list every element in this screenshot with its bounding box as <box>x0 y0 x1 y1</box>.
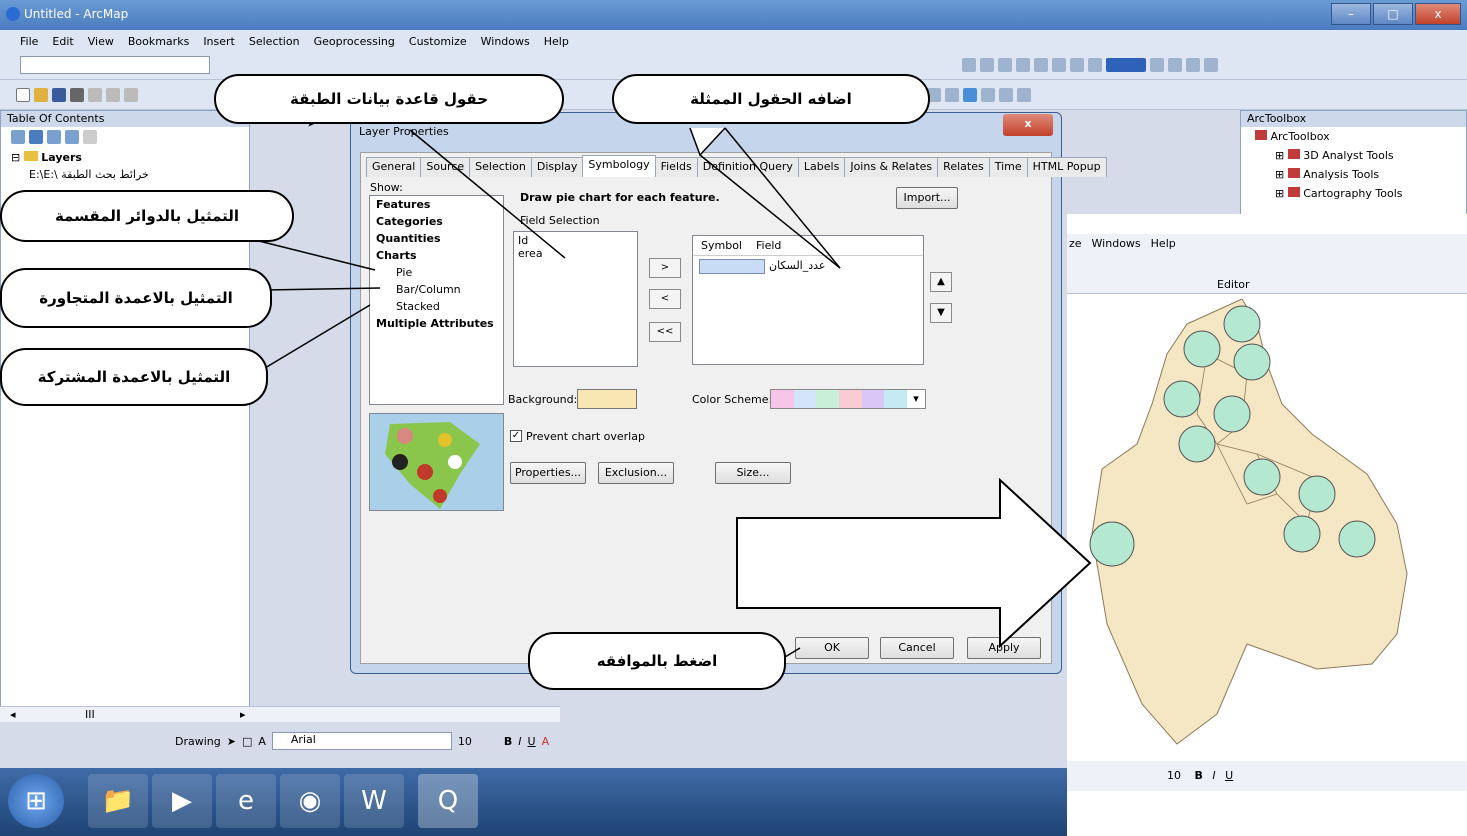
callout-stacked: التمثيل بالاعمدة المشتركة <box>0 348 268 406</box>
callout-add-fields: اضافه الحقول الممثلة <box>612 74 930 124</box>
callout-pointers <box>254 106 841 661</box>
callout-layer-fields: حقول قاعدة بيانات الطبقة <box>214 74 564 124</box>
callout-bar: التمثيل بالاعمدة المتجاورة <box>0 268 272 328</box>
callout-ok: اضغط بالموافقه <box>528 632 786 690</box>
callout-pie: التمثيل بالدوائر المقسمة <box>0 190 294 242</box>
